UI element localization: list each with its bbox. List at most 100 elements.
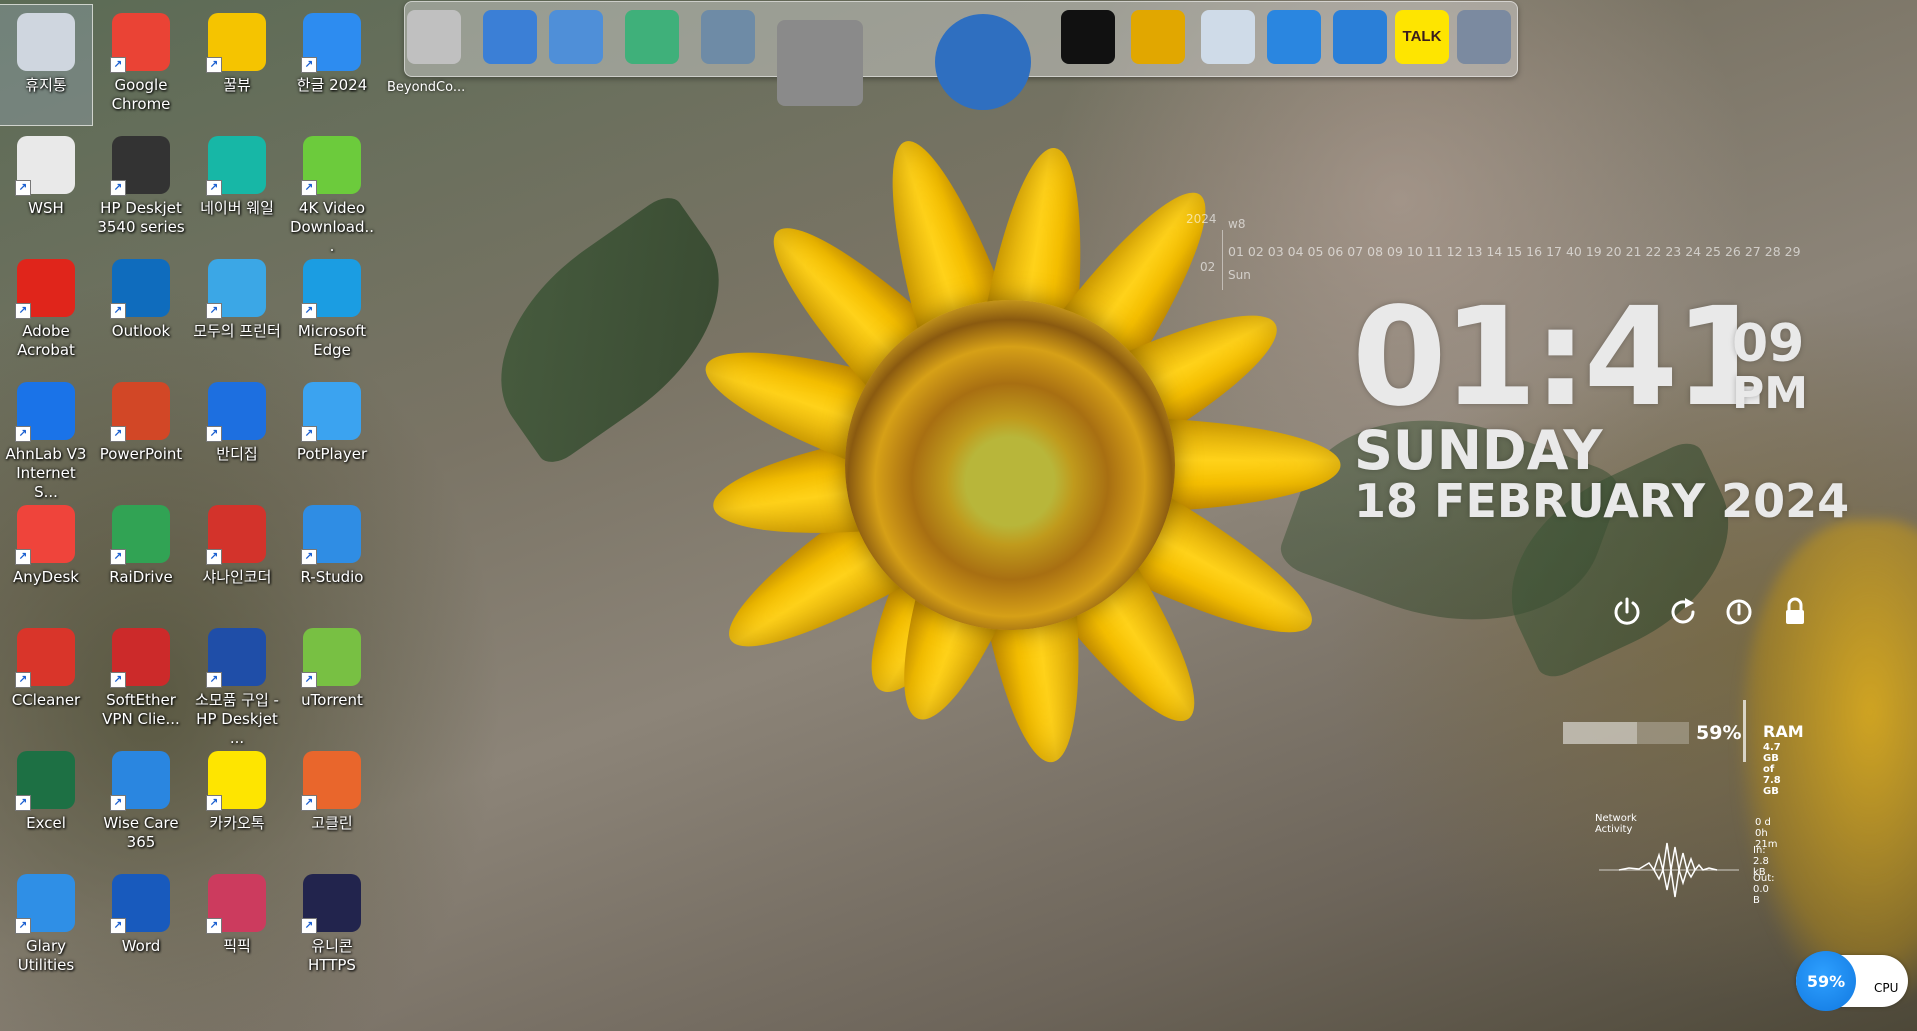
desktop-icon[interactable]: ↗ Google Chrome [95,5,187,125]
desktop-icon-label: 유니콘 HTTPS [308,937,356,974]
shortcut-arrow-icon: ↗ [110,918,126,934]
shortcut-arrow-icon: ↗ [110,303,126,319]
desktop-icon-label: PotPlayer [296,445,368,463]
tools-icon[interactable] [777,20,863,106]
desktop-icon[interactable]: ↗ AhnLab V3 Internet S... [0,374,92,501]
shortcut-arrow-icon: ↗ [301,549,317,565]
shortcut-arrow-icon: ↗ [15,672,31,688]
goclean-icon: ↗ [301,751,361,811]
desktop-icon[interactable]: ↗ 샤나인코더 [191,497,283,617]
desktop-icon[interactable]: ↗ Adobe Acrobat [0,251,92,371]
trash-icon[interactable] [1201,10,1255,64]
whale-icon: ↗ [206,136,266,196]
excel-icon: ↗ [15,751,75,811]
ram-used: 4.7 GB [1763,742,1781,764]
shortcut-arrow-icon: ↗ [15,303,31,319]
potplayer-icon: ↗ [301,382,361,442]
cpu-meter[interactable]: 59% CPU [1796,951,1908,1011]
unicorn-https-icon: ↗ [301,874,361,934]
lock-icon[interactable] [1777,594,1813,630]
tshirt-icon[interactable] [1061,10,1115,64]
desktop-icon[interactable]: ↗ R-Studio [286,497,378,617]
desktop-icon[interactable]: ↗ RaiDrive [95,497,187,617]
world-globe-icon[interactable] [935,14,1031,110]
restart-icon[interactable] [1665,594,1701,630]
utorrent-icon: ↗ [301,628,361,688]
shortcut-arrow-icon: ↗ [110,795,126,811]
network-title: Network Activity [1595,813,1637,835]
desktop-icon-label: WSH [28,199,64,217]
wise-care-icon: ↗ [110,751,170,811]
calendar-week: w8 [1228,217,1246,231]
desktop-icon-label: Outlook [111,322,171,340]
network-activity-graph [1599,842,1739,898]
desktop-icon[interactable]: ↗ SoftEther VPN Clie... [95,620,187,740]
globe-network-icon[interactable] [483,10,537,64]
calendar-year: 2024 [1186,212,1217,226]
shortcut-arrow-icon: ↗ [15,549,31,565]
desktop-icon-label: RaiDrive [109,568,173,586]
desktop-icon[interactable]: ↗ PowerPoint [95,374,187,494]
desktop-icon[interactable]: ↗ PotPlayer [286,374,378,494]
desktop-icon[interactable]: ↗ 모두의 프린터 [191,251,283,371]
desktop-icon-label: 픽픽 [223,937,251,955]
hangul-icon: ↗ [301,13,361,73]
wise-shield-icon[interactable] [1333,10,1387,64]
app-dock: BeyondCo... TALK [387,1,1518,110]
desktop-icon[interactable]: ↗ AnyDesk [0,497,92,617]
shortcut-arrow-icon: ↗ [15,426,31,442]
desktop-icon[interactable]: ↗ Wise Care 365 [95,743,187,863]
power-icon[interactable] [1609,594,1645,630]
desktop-icon[interactable]: ↗ 4K Video Download... [286,128,378,255]
r-studio-icon: ↗ [301,505,361,565]
desktop-icon[interactable]: ↗ 소모품 구입 - HP Deskjet ... [191,620,283,747]
desktop-icon[interactable]: ↗ 네이버 웨일 [191,128,283,248]
desktop-icon-label: AhnLab V3 Internet S... [5,445,87,501]
bandizip-icon: ↗ [206,382,266,442]
ram-divider [1743,700,1746,762]
desktop-icon[interactable]: ↗ 한글 2024 [286,5,378,125]
glary-moon-icon[interactable] [1267,10,1321,64]
folder-green-icon[interactable] [625,10,679,64]
desktop-icon-label: 한글 2024 [296,76,368,94]
desktop-icon[interactable]: ↗ Outlook [95,251,187,371]
folder-icon[interactable] [549,10,603,64]
desktop-icon[interactable]: 휴지통 [0,4,93,126]
desktop-icon[interactable]: ↗ 고클린 [286,743,378,863]
download-cloud-icon: ↗ [301,136,361,196]
desktop-icon[interactable]: ↗ Word [95,866,187,986]
logoff-icon[interactable] [1721,594,1757,630]
chrome-icon: ↗ [110,13,170,73]
clock-date: 18 FEBRUARY 2024 [1354,474,1850,528]
picpick-icon: ↗ [206,874,266,934]
desktop-icon[interactable]: ↗ Glary Utilities [0,866,92,986]
shortcut-arrow-icon: ↗ [206,672,222,688]
ahnlab-icon: ↗ [15,382,75,442]
folder-gear-icon[interactable] [701,10,755,64]
wallpaper-leaf [457,189,763,471]
desktop-icon-label: 꿀뷰 [223,76,251,94]
desktop-icon[interactable]: ↗ 픽픽 [191,866,283,986]
shortcut-arrow-icon: ↗ [110,549,126,565]
desktop-icon-label: 반디집 [216,445,258,463]
kakaotalk-icon[interactable]: TALK [1395,10,1449,64]
desktop-icon-label: Excel [26,814,66,832]
desktop-icon[interactable]: ↗ WSH [0,128,92,248]
desktop-icon[interactable]: ↗ Excel [0,743,92,863]
outlook-icon: ↗ [110,259,170,319]
desktop-icon[interactable]: ↗ 반디집 [191,374,283,494]
desktop-icon[interactable]: ↗ CCleaner [0,620,92,740]
desktop-icon[interactable]: ↗ uTorrent [286,620,378,740]
shortcut-arrow-icon: ↗ [110,57,126,73]
desktop-icon[interactable]: ↗ 꿀뷰 [191,5,283,125]
magic-hammer-icon[interactable] [1131,10,1185,64]
desktop-icon[interactable]: ↗ 카카오톡 [191,743,283,863]
desktop-icon[interactable]: ↗ Microsoft Edge [286,251,378,371]
desktop-icon[interactable]: ↗ 유니콘 HTTPS [286,866,378,986]
desktop-icon-label: CCleaner [11,691,81,709]
shortcut-arrow-icon: ↗ [301,918,317,934]
shortcut-arrow-icon: ↗ [206,180,222,196]
beyondcompare-icon[interactable]: BeyondCo... [387,10,465,95]
desktop-icon[interactable]: ↗ HP Deskjet 3540 series [95,128,187,248]
registry-icon[interactable] [1457,10,1511,64]
